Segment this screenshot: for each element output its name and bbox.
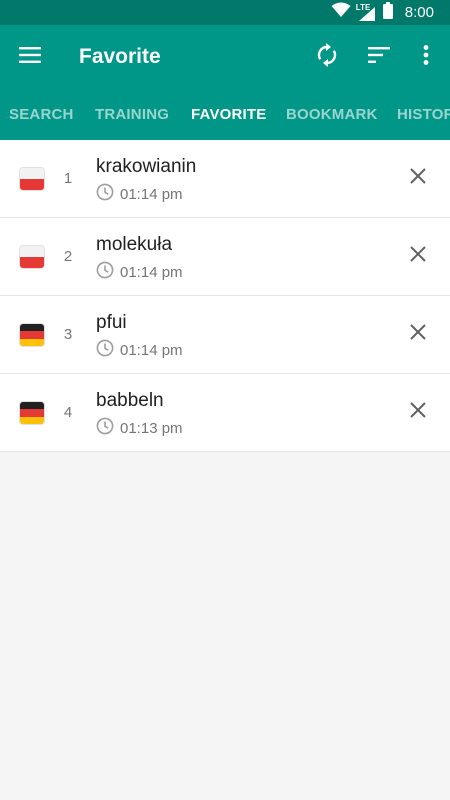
- remove-button[interactable]: [406, 322, 430, 346]
- status-bar: LTE 8:00: [0, 0, 450, 25]
- poland-flag-icon: [20, 168, 44, 190]
- tab-training[interactable]: TRAINING: [95, 89, 169, 140]
- sort-button[interactable]: [363, 41, 395, 73]
- item-index: 3: [63, 326, 73, 343]
- poland-flag-icon: [20, 246, 44, 268]
- status-time: 8:00: [404, 4, 434, 21]
- item-time-text: 01:14 pm: [120, 185, 183, 203]
- item-word: pfui: [96, 312, 127, 333]
- more-options-button[interactable]: [410, 41, 442, 73]
- list-item[interactable]: 1 krakowianin 01:14 pm: [0, 140, 450, 218]
- tab-search[interactable]: SEARCH: [9, 89, 74, 140]
- empty-list-area: [0, 452, 450, 800]
- menu-button[interactable]: [14, 41, 46, 73]
- item-time: 01:14 pm: [96, 183, 183, 206]
- app-bar: Favorite SEARCH TRAINING FAVORITE BOOKMA…: [0, 25, 450, 140]
- germany-flag-icon: [20, 324, 44, 346]
- item-time-text: 01:13 pm: [120, 419, 183, 437]
- list-item[interactable]: 3 pfui 01:14 pm: [0, 296, 450, 374]
- battery-icon: [382, 1, 393, 24]
- wifi-icon: [331, 2, 351, 23]
- menu-icon: [19, 46, 41, 68]
- close-icon: [410, 323, 426, 345]
- sort-icon: [368, 46, 390, 68]
- close-icon: [410, 245, 426, 267]
- cell-signal-icon: LTE: [355, 2, 377, 22]
- clock-icon: [96, 261, 114, 284]
- tab-history[interactable]: HISTOR: [397, 89, 450, 140]
- status-icons: LTE 8:00: [331, 0, 434, 25]
- item-index: 1: [63, 170, 73, 187]
- sync-icon: [316, 42, 338, 72]
- toolbar: Favorite: [0, 25, 450, 89]
- item-word: molekuła: [96, 234, 173, 255]
- tab-bookmark[interactable]: BOOKMARK: [286, 89, 378, 140]
- clock-icon: [96, 183, 114, 206]
- remove-button[interactable]: [406, 244, 430, 268]
- item-time: 01:13 pm: [96, 417, 183, 440]
- clock-icon: [96, 339, 114, 362]
- list-item[interactable]: 4 babbeln 01:13 pm: [0, 374, 450, 452]
- clock-icon: [96, 417, 114, 440]
- item-time: 01:14 pm: [96, 261, 183, 284]
- network-type-label: LTE: [355, 2, 371, 12]
- remove-button[interactable]: [406, 166, 430, 190]
- sync-button[interactable]: [311, 41, 343, 73]
- favorites-list: 1 krakowianin 01:14 pm 2 molekuła 01:14 …: [0, 140, 450, 452]
- more-vert-icon: [423, 44, 429, 70]
- page-title: Favorite: [79, 45, 161, 68]
- item-time: 01:14 pm: [96, 339, 183, 362]
- remove-button[interactable]: [406, 400, 430, 424]
- germany-flag-icon: [20, 402, 44, 424]
- list-item[interactable]: 2 molekuła 01:14 pm: [0, 218, 450, 296]
- item-index: 4: [63, 404, 73, 421]
- close-icon: [410, 401, 426, 423]
- item-time-text: 01:14 pm: [120, 263, 183, 281]
- item-word: krakowianin: [96, 156, 197, 177]
- item-word: babbeln: [96, 390, 164, 411]
- tab-favorite[interactable]: FAVORITE: [191, 89, 267, 140]
- item-index: 2: [63, 248, 73, 265]
- tab-bar: SEARCH TRAINING FAVORITE BOOKMARK HISTOR: [0, 89, 450, 140]
- item-time-text: 01:14 pm: [120, 341, 183, 359]
- close-icon: [410, 167, 426, 189]
